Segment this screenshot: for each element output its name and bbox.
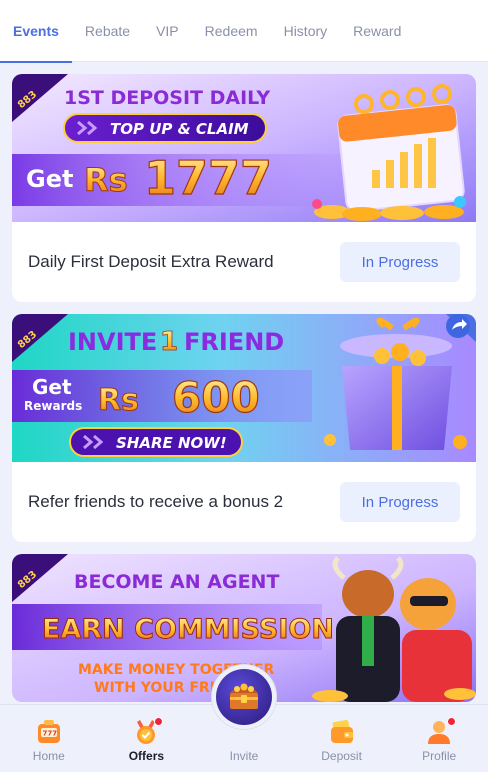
banner-headline-invite: INVITE: [68, 328, 157, 356]
banner-rewards: Rewards: [24, 399, 82, 413]
tab-history[interactable]: History: [271, 0, 341, 62]
slot-machine-icon: 777: [36, 719, 62, 745]
event-card-first-deposit[interactable]: 883 1ST DEPOSIT DAILY TOP UP & CLAIM Get…: [12, 74, 476, 302]
event-title: Refer friends to receive a bonus 2: [28, 492, 284, 511]
banner-headline: BECOME AN AGENT: [74, 571, 279, 593]
event-card-refer-friends[interactable]: 883 INVITE 1 FRIEND Get Rewards Rs 600 S…: [12, 314, 476, 542]
nav-deposit[interactable]: Deposit: [293, 705, 391, 772]
banner-get: Get: [26, 165, 73, 193]
event-card-footer: Refer friends to receive a bonus 2 In Pr…: [12, 462, 476, 542]
banner-get: Get: [32, 375, 72, 399]
nav-deposit-label: Deposit: [321, 749, 362, 763]
nav-home[interactable]: 777 Home: [0, 705, 98, 772]
top-up-pill-text: TOP UP & CLAIM: [110, 120, 249, 138]
tab-vip[interactable]: VIP: [143, 0, 192, 62]
banner-headline-friend: FRIEND: [184, 328, 284, 356]
tab-events[interactable]: Events: [0, 0, 72, 63]
banner-headline: 1ST DEPOSIT DAILY: [64, 87, 270, 109]
banner-headline-number: 1: [160, 327, 178, 357]
svg-text:777: 777: [42, 730, 57, 738]
medal-icon: [133, 717, 164, 745]
tab-rebate[interactable]: Rebate: [72, 0, 143, 62]
banner-currency: Rs: [98, 383, 139, 418]
banner-currency: Rs: [84, 161, 128, 199]
banner-amount: 600: [172, 373, 260, 422]
treasure-chest-icon: [216, 669, 272, 725]
in-progress-button[interactable]: In Progress: [340, 482, 460, 522]
nav-home-label: Home: [32, 749, 65, 763]
invite-center-button[interactable]: [211, 664, 277, 730]
share-now-text: SHARE NOW!: [116, 434, 227, 452]
tab-bar: Events Rebate VIP Redeem History Reward: [0, 0, 488, 63]
gift-box-icon: [340, 317, 452, 450]
banner-line-2: WITH YOUR FRI: [94, 680, 215, 696]
banner-amount: 1777: [144, 151, 272, 205]
banner-earn-commission: EARN COMMISSION: [42, 614, 334, 645]
nav-offers-label: Offers: [128, 749, 165, 763]
in-progress-button[interactable]: In Progress: [340, 242, 460, 282]
event-card-footer: Daily First Deposit Extra Reward In Prog…: [12, 222, 476, 302]
events-list: 883 1ST DEPOSIT DAILY TOP UP & CLAIM Get…: [0, 62, 488, 704]
nav-profile[interactable]: Profile: [390, 705, 488, 772]
invite-friend-banner[interactable]: 883 INVITE 1 FRIEND Get Rewards Rs 600 S…: [12, 314, 476, 462]
wallet-icon: [329, 719, 355, 745]
tab-redeem[interactable]: Redeem: [192, 0, 271, 62]
nav-offers[interactable]: Offers: [98, 705, 196, 772]
notification-dot: [154, 717, 164, 726]
first-deposit-banner[interactable]: 883 1ST DEPOSIT DAILY TOP UP & CLAIM Get…: [12, 74, 476, 222]
tab-reward[interactable]: Reward: [340, 0, 414, 62]
user-icon: [426, 717, 457, 745]
event-title: Daily First Deposit Extra Reward: [28, 252, 274, 271]
nav-invite-label: Invite: [229, 749, 259, 763]
notification-dot: [447, 717, 457, 726]
nav-profile-label: Profile: [422, 749, 457, 763]
